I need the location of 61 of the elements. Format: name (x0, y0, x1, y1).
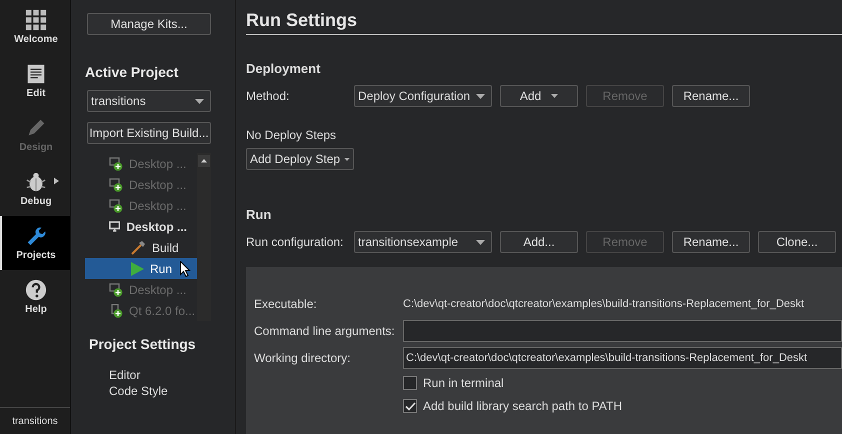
target-selector[interactable]: transitions (0, 407, 70, 434)
action-button[interactable]: Rename... (672, 231, 750, 253)
field-label: Run configuration: (246, 235, 344, 249)
status-text: No Deploy Steps (246, 128, 338, 142)
caret-icon (551, 94, 558, 98)
checkbox-box[interactable] (403, 399, 417, 413)
action-button[interactable]: Rename... (672, 85, 750, 107)
field-label: Method: (246, 89, 290, 103)
mode-button[interactable]: Welcome (0, 0, 70, 54)
tree-item[interactable]: Run (85, 258, 197, 279)
monitor-plus-icon (109, 156, 123, 170)
import-build-button[interactable]: Import Existing Build... (87, 122, 211, 144)
document-plus-icon (109, 304, 123, 318)
caret-icon (344, 158, 350, 160)
checkbox[interactable]: Run in terminal (403, 374, 842, 392)
section-heading: Active Project (85, 64, 180, 80)
mode-button[interactable]: Debug (0, 162, 70, 216)
section-heading: Run (246, 207, 272, 222)
caret-icon (476, 240, 485, 244)
action-button[interactable]: Add... (500, 231, 578, 253)
kit-item[interactable]: Desktop ... (85, 216, 187, 237)
working-directory-field[interactable]: C:\dev\qt-creator\doc\qtcreator\examples\build-transitions-Replacement_for_Deskt (403, 347, 842, 369)
settings-item[interactable]: Code Style (109, 384, 235, 398)
add-deploy-step-button[interactable]: Add Deploy Step (246, 148, 354, 170)
field-label: Command line arguments: (254, 324, 396, 338)
action-button[interactable]: Clone... (758, 231, 836, 253)
page-title: Run Settings (246, 10, 842, 35)
mode-button[interactable]: Help (0, 270, 70, 324)
field-label: Working directory: (254, 351, 352, 365)
monitor-plus-icon (109, 282, 123, 296)
section-heading: Project Settings (89, 336, 197, 352)
scroll-up-icon (198, 155, 210, 167)
monitor-plus-icon (109, 198, 123, 212)
run-config-select[interactable]: transitionsexample (354, 231, 492, 253)
checkbox-box[interactable] (403, 376, 417, 390)
executable-path: C:\dev\qt-creator\doc\qtcreator\examples\build-transitions-Replacement_for_Deskt (403, 297, 806, 312)
tree-item[interactable]: Build (85, 237, 197, 258)
monitor-icon (109, 220, 120, 233)
monitor-plus-icon (109, 178, 123, 192)
method-select[interactable]: Deploy Configuration (354, 85, 492, 107)
document-icon (25, 63, 47, 85)
settings-item[interactable]: Editor (109, 368, 235, 382)
arguments-field[interactable] (403, 320, 842, 342)
mode-button[interactable]: Projects (0, 216, 70, 270)
wrench-icon (25, 225, 47, 247)
grid-icon (25, 9, 47, 31)
project-select[interactable]: transitions (87, 90, 211, 112)
play-icon (131, 262, 144, 276)
help-icon (25, 279, 47, 301)
mode-button[interactable]: Edit (0, 54, 70, 108)
manage-kits-button[interactable]: Manage Kits... (87, 13, 211, 35)
bug-icon (25, 171, 47, 193)
cursor-icon (180, 260, 192, 276)
hammer-icon (131, 240, 146, 255)
checkbox[interactable]: Add build library search path to PATH (403, 397, 842, 415)
section-heading: Deployment (246, 61, 322, 76)
caret-icon (195, 98, 204, 104)
caret-icon (476, 94, 485, 98)
action-button[interactable]: Add (500, 85, 578, 107)
field-label: Executable: (254, 297, 318, 311)
scrollbar[interactable] (197, 153, 211, 321)
